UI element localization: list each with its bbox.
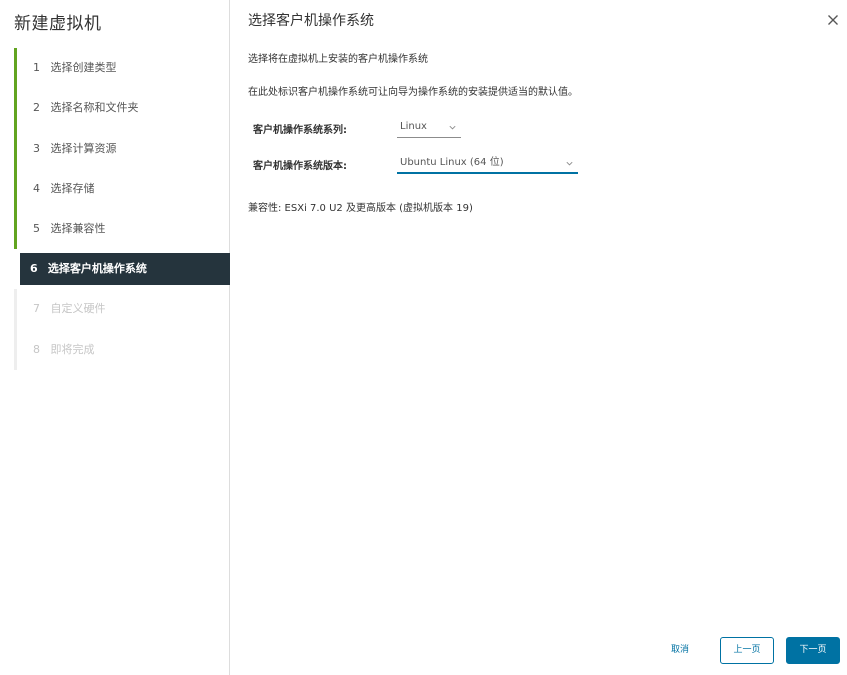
step-number: 1 — [33, 61, 40, 74]
step-number: 7 — [33, 302, 40, 316]
step-number: 8 — [33, 342, 40, 356]
page-title: 选择客户机操作系统 — [248, 13, 374, 29]
wizard-step-8: 8 即将完成 — [14, 329, 230, 371]
wizard-step-2[interactable]: 2 选择名称和文件夹 — [14, 88, 230, 129]
step-label: 选择兼容性 — [50, 222, 106, 236]
os-version-label: 客户机操作系统版本: — [253, 161, 347, 172]
wizard-title: 新建虚拟机 — [14, 14, 102, 34]
wizard-content: 选择客户机操作系统 选择将在虚拟机上安装的客户机操作系统 在此处标识客户机操作系… — [230, 0, 847, 675]
os-family-select[interactable]: Linux — [397, 118, 461, 138]
step-number: 6 — [30, 262, 38, 276]
wizard-step-list: 1 选择创建类型 2 选择名称和文件夹 3 选择计算资源 4 选择存储 5 选择… — [14, 48, 230, 371]
step-number: 2 — [33, 101, 40, 115]
os-family-value: Linux — [400, 121, 427, 132]
step-label: 自定义硬件 — [50, 302, 106, 316]
back-button[interactable]: 上一页 — [720, 637, 774, 664]
os-version-select[interactable]: Ubuntu Linux (64 位) — [397, 154, 578, 174]
step-number: 4 — [33, 181, 40, 195]
wizard-step-1[interactable]: 1 选择创建类型 — [14, 48, 230, 89]
wizard-step-5[interactable]: 5 选择兼容性 — [14, 209, 230, 250]
os-family-label: 客户机操作系统系列: — [253, 125, 347, 136]
wizard-step-6-active[interactable]: 6 选择客户机操作系统 — [20, 253, 230, 286]
step-label: 选择创建类型 — [50, 61, 117, 74]
step-label: 选择计算资源 — [50, 141, 117, 155]
chevron-down-icon — [449, 125, 456, 130]
step-label: 选择客户机操作系统 — [47, 262, 147, 276]
close-icon — [828, 15, 838, 25]
step-label: 即将完成 — [50, 342, 95, 356]
new-vm-wizard-dialog: 新建虚拟机 1 选择创建类型 2 选择名称和文件夹 3 选择计算资源 4 选择存… — [0, 0, 847, 675]
os-version-value: Ubuntu Linux (64 位) — [400, 157, 504, 168]
page-hint: 在此处标识客户机操作系统可让向导为操作系统的安装提供适当的默认值。 — [248, 87, 578, 98]
close-button[interactable] — [825, 12, 841, 28]
wizard-sidebar: 新建虚拟机 1 选择创建类型 2 选择名称和文件夹 3 选择计算资源 4 选择存… — [0, 0, 230, 675]
step-number: 5 — [33, 222, 40, 236]
step-label: 选择名称和文件夹 — [50, 101, 139, 115]
chevron-down-icon — [566, 161, 573, 166]
next-button[interactable]: 下一页 — [786, 637, 840, 664]
wizard-step-3[interactable]: 3 选择计算资源 — [14, 128, 230, 169]
page-description: 选择将在虚拟机上安装的客户机操作系统 — [248, 54, 428, 65]
step-label: 选择存储 — [50, 181, 95, 195]
step-number: 3 — [33, 141, 40, 155]
compatibility-text: 兼容性: ESXi 7.0 U2 及更高版本 (虚拟机版本 19) — [248, 203, 473, 214]
wizard-step-7: 7 自定义硬件 — [14, 289, 230, 330]
cancel-button[interactable]: 取消 — [662, 637, 698, 664]
wizard-step-4[interactable]: 4 选择存储 — [14, 168, 230, 210]
